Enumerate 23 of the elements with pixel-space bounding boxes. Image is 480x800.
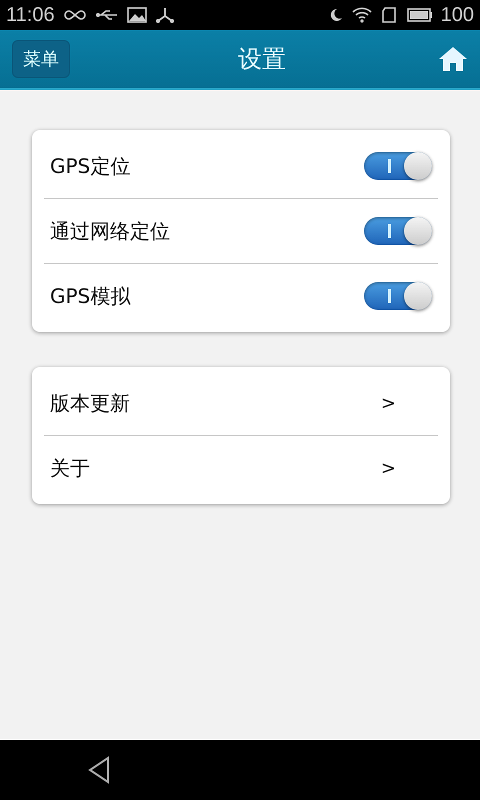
menu-item[interactable]: 版本更新 xyxy=(50,390,130,416)
battery-level: 100 xyxy=(440,4,474,26)
toggle-switch[interactable] xyxy=(364,282,432,310)
usb-icon xyxy=(94,8,119,22)
battery-icon xyxy=(406,8,433,22)
status-time: 11:06 xyxy=(6,4,55,26)
home-icon[interactable] xyxy=(438,46,468,72)
toggle-switch[interactable] xyxy=(364,152,432,180)
setting-label: GPS定位 xyxy=(50,152,130,180)
share-icon xyxy=(154,6,175,24)
menu-item[interactable]: 关于 xyxy=(50,454,90,482)
sim-icon xyxy=(380,6,399,24)
back-icon[interactable] xyxy=(86,755,112,785)
menu-button[interactable]: 菜单 xyxy=(12,40,70,78)
toggle-switch[interactable] xyxy=(364,217,432,245)
chevron: > xyxy=(380,392,396,414)
chevron: > xyxy=(380,458,396,478)
wifi-icon xyxy=(350,6,373,24)
setting-label: GPS模拟 xyxy=(50,282,130,310)
infinity-icon xyxy=(62,9,87,21)
image-icon xyxy=(126,7,147,23)
setting-label: 通过网络定位 xyxy=(50,218,170,244)
page-title: 设置 xyxy=(238,44,286,75)
